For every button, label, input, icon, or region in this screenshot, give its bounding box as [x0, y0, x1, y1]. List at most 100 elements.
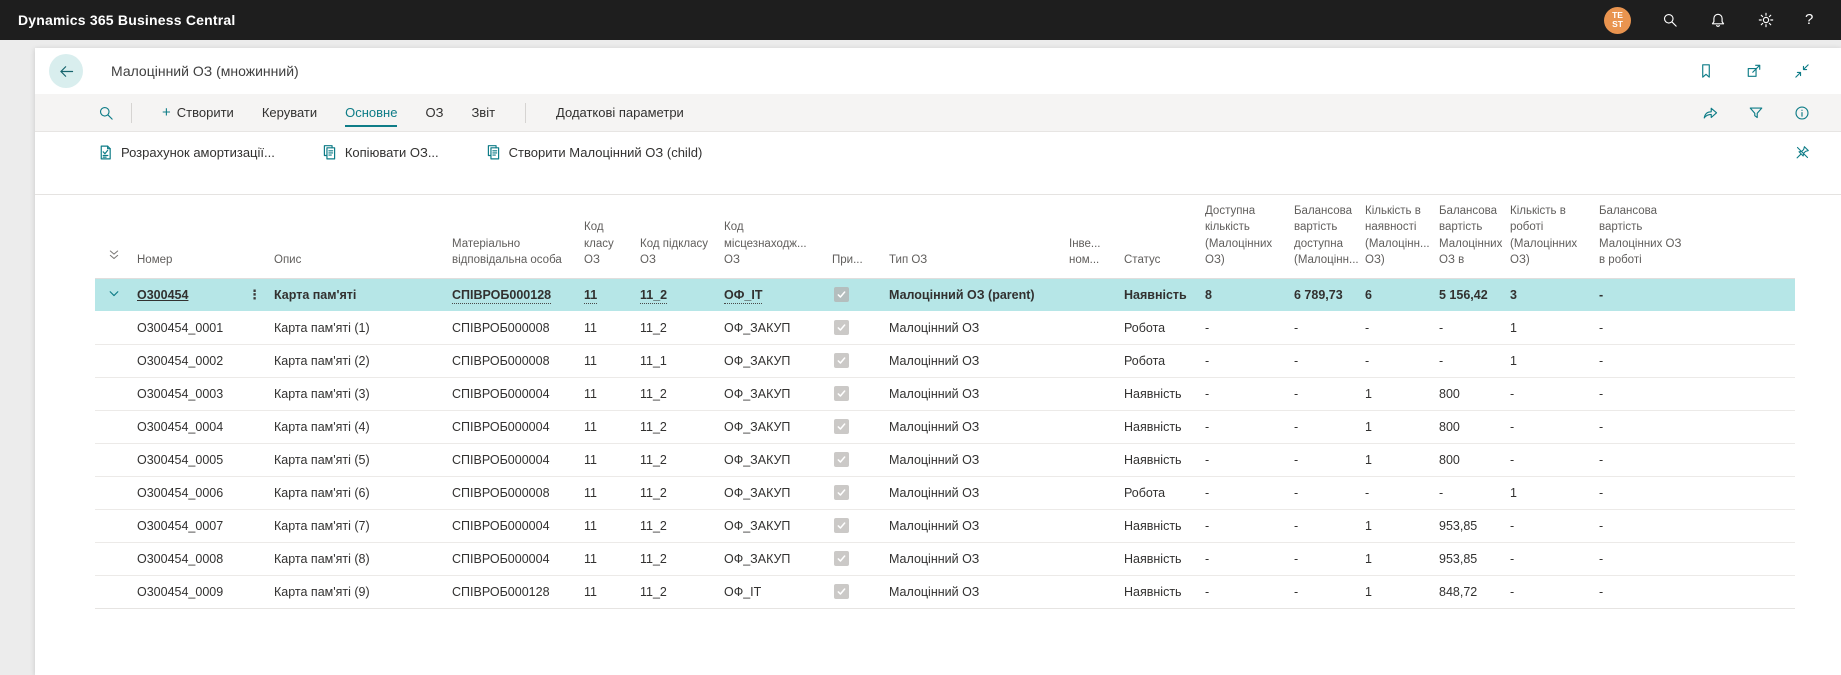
cell-onhand_value[interactable]: -: [1439, 477, 1510, 510]
cell-onhand_qty[interactable]: 6: [1365, 279, 1439, 312]
cell-responsible[interactable]: СПІВРОБ000004: [452, 444, 584, 477]
cell-inwork_qty[interactable]: -: [1510, 543, 1599, 576]
cell-inventory_no[interactable]: [1069, 312, 1124, 345]
cell-available_value[interactable]: -: [1294, 543, 1365, 576]
table-row[interactable]: О300454_0002Карта пам'яті (2)СПІВРОБ0000…: [95, 345, 1795, 378]
cell-expander[interactable]: [95, 345, 137, 378]
number-link[interactable]: О300454_0001: [137, 321, 223, 335]
cell-status[interactable]: Наявність: [1124, 279, 1205, 312]
cell-onhand_value[interactable]: 800: [1439, 444, 1510, 477]
assigned-checkbox[interactable]: [834, 551, 849, 566]
cell-available_value[interactable]: -: [1294, 345, 1365, 378]
collapse-all-icon[interactable]: [106, 247, 122, 263]
cell-class_code[interactable]: 11: [584, 543, 640, 576]
cell-number[interactable]: О300454_0001: [137, 312, 274, 345]
cell-class_code[interactable]: 11: [584, 510, 640, 543]
cell-subclass_code[interactable]: 11_2: [640, 477, 724, 510]
cell-assigned[interactable]: [832, 576, 889, 609]
table-row[interactable]: О300454_0008Карта пам'яті (8)СПІВРОБ0000…: [95, 543, 1795, 576]
cell-class_code[interactable]: 11: [584, 477, 640, 510]
cell-number[interactable]: О300454⋮: [137, 279, 274, 312]
col-header-inwork_value[interactable]: Балансова вартість Малоцінних ОЗ в робот…: [1599, 195, 1795, 279]
cell-onhand_value[interactable]: 800: [1439, 378, 1510, 411]
cell-inwork_qty[interactable]: -: [1510, 576, 1599, 609]
cell-inwork_value[interactable]: -: [1599, 279, 1795, 312]
cell-status[interactable]: Робота: [1124, 312, 1205, 345]
cell-expander[interactable]: [95, 279, 137, 312]
assigned-checkbox[interactable]: [834, 584, 849, 599]
cell-type[interactable]: Малоцінний ОЗ: [889, 312, 1069, 345]
action-copy-oz[interactable]: Копіювати ОЗ...: [321, 144, 439, 161]
app-title[interactable]: Dynamics 365 Business Central: [18, 12, 235, 28]
col-header-inventory_no[interactable]: Інве... ном...: [1069, 195, 1124, 279]
cell-description[interactable]: Карта пам'яті (1): [274, 312, 452, 345]
cell-location_code[interactable]: ОФ_ІТ: [724, 279, 832, 312]
cell-class_code[interactable]: 11: [584, 576, 640, 609]
collapse-icon[interactable]: [1793, 62, 1811, 80]
cell-number[interactable]: О300454_0009: [137, 576, 274, 609]
cell-assigned[interactable]: [832, 510, 889, 543]
cell-type[interactable]: Малоцінний ОЗ: [889, 477, 1069, 510]
cell-status[interactable]: Наявність: [1124, 543, 1205, 576]
search-icon[interactable]: [1661, 11, 1679, 29]
cell-assigned[interactable]: [832, 279, 889, 312]
col-header-available_qty[interactable]: Доступна кількість (Малоцінних ОЗ): [1205, 195, 1294, 279]
cell-inwork_value[interactable]: -: [1599, 543, 1795, 576]
cell-inventory_no[interactable]: [1069, 444, 1124, 477]
cell-assigned[interactable]: [832, 378, 889, 411]
table-row[interactable]: О300454_0009Карта пам'яті (9)СПІВРОБ0001…: [95, 576, 1795, 609]
cell-available_value[interactable]: -: [1294, 444, 1365, 477]
cell-inventory_no[interactable]: [1069, 345, 1124, 378]
cell-subclass_code[interactable]: 11_2: [640, 378, 724, 411]
cell-description[interactable]: Карта пам'яті (3): [274, 378, 452, 411]
cell-available_value[interactable]: -: [1294, 477, 1365, 510]
cell-inventory_no[interactable]: [1069, 576, 1124, 609]
cell-status[interactable]: Робота: [1124, 345, 1205, 378]
cell-description[interactable]: Карта пам'яті (6): [274, 477, 452, 510]
col-header-responsible[interactable]: Матеріально відповідальна особа: [452, 195, 584, 279]
cell-inwork_qty[interactable]: 1: [1510, 345, 1599, 378]
cell-class_code[interactable]: 11: [584, 345, 640, 378]
cell-status[interactable]: Наявність: [1124, 576, 1205, 609]
cell-onhand_value[interactable]: 5 156,42: [1439, 279, 1510, 312]
number-link[interactable]: О300454_0008: [137, 552, 223, 566]
cell-onhand_value[interactable]: 953,85: [1439, 543, 1510, 576]
gear-icon[interactable]: [1757, 11, 1775, 29]
cell-available_qty[interactable]: -: [1205, 444, 1294, 477]
assigned-checkbox[interactable]: [834, 386, 849, 401]
cell-number[interactable]: О300454_0006: [137, 477, 274, 510]
col-header-onhand_value[interactable]: Балансова вартість Малоцінних ОЗ в: [1439, 195, 1510, 279]
cell-status[interactable]: Наявність: [1124, 378, 1205, 411]
cell-assigned[interactable]: [832, 444, 889, 477]
cell-expander[interactable]: [95, 543, 137, 576]
cell-class_code[interactable]: 11: [584, 312, 640, 345]
number-link[interactable]: О300454_0002: [137, 354, 223, 368]
cell-onhand_qty[interactable]: 1: [1365, 378, 1439, 411]
cell-inventory_no[interactable]: [1069, 411, 1124, 444]
cell-type[interactable]: Малоцінний ОЗ: [889, 378, 1069, 411]
cell-description[interactable]: Карта пам'яті (8): [274, 543, 452, 576]
cell-available_qty[interactable]: -: [1205, 477, 1294, 510]
cell-inwork_qty[interactable]: -: [1510, 378, 1599, 411]
cell-type[interactable]: Малоцінний ОЗ (parent): [889, 279, 1069, 312]
cell-responsible[interactable]: СПІВРОБ000008: [452, 312, 584, 345]
list-search-icon[interactable]: [97, 104, 115, 122]
cell-location_code[interactable]: ОФ_ЗАКУП: [724, 345, 832, 378]
cell-inventory_no[interactable]: [1069, 378, 1124, 411]
cell-available_qty[interactable]: -: [1205, 576, 1294, 609]
cell-class_code[interactable]: 11: [584, 378, 640, 411]
col-header-assigned[interactable]: При...: [832, 195, 889, 279]
cell-available_qty[interactable]: -: [1205, 510, 1294, 543]
bookmark-icon[interactable]: [1697, 62, 1715, 80]
cell-number[interactable]: О300454_0008: [137, 543, 274, 576]
field-value[interactable]: 11: [584, 288, 597, 304]
row-menu-icon[interactable]: ⋮: [248, 287, 262, 303]
cell-subclass_code[interactable]: 11_1: [640, 345, 724, 378]
cell-onhand_qty[interactable]: 1: [1365, 510, 1439, 543]
cell-responsible[interactable]: СПІВРОБ000008: [452, 477, 584, 510]
cell-available_value[interactable]: -: [1294, 510, 1365, 543]
action-depreciation-calc[interactable]: Розрахунок амортизації...: [97, 144, 275, 161]
cell-location_code[interactable]: ОФ_ЗАКУП: [724, 444, 832, 477]
assigned-checkbox[interactable]: [834, 485, 849, 500]
cell-available_qty[interactable]: -: [1205, 345, 1294, 378]
